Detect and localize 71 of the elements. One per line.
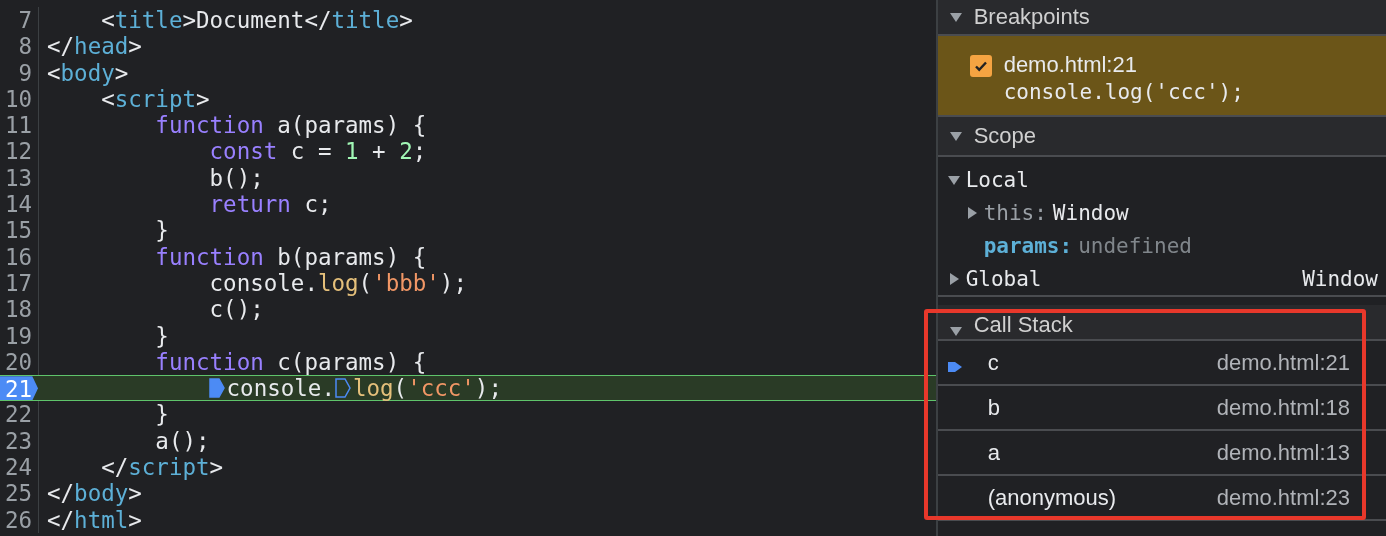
line-number[interactable]: 25 (0, 480, 39, 507)
line-number[interactable]: 23 (0, 427, 39, 455)
line-number[interactable]: 15 (0, 217, 39, 244)
line-number[interactable]: 26 (0, 506, 39, 533)
line-number[interactable]: 16 (0, 243, 39, 270)
scope-group[interactable]: Local (965, 167, 1029, 192)
frame-location[interactable]: demo.html:18 (1216, 394, 1350, 421)
line-number[interactable]: 12 (0, 138, 39, 165)
frame-location[interactable]: demo.html:21 (1216, 349, 1350, 376)
line-number[interactable]: 14 (0, 191, 39, 218)
caret-icon[interactable] (947, 173, 960, 186)
code-line: </head> (47, 33, 142, 60)
code-line: } (154, 401, 169, 428)
code-line: b(); (208, 164, 264, 192)
frame-name[interactable]: c (987, 349, 1217, 376)
line-number[interactable]: 22 (0, 401, 39, 428)
code-line: console. log('ccc'); (46, 375, 502, 402)
line-number[interactable]: 11 (0, 112, 39, 139)
property-value: Window (1052, 200, 1129, 225)
code-line: <title>Document</title> (100, 7, 413, 34)
property-name: params: (983, 233, 1073, 258)
line-number[interactable]: 17 (0, 269, 39, 297)
frame-location[interactable]: demo.html:23 (1216, 484, 1350, 511)
code-line: <body> (47, 59, 129, 86)
property-value: undefined (1078, 233, 1192, 258)
section-header[interactable]: Breakpoints (937, 0, 1386, 36)
caret-icon[interactable] (949, 325, 962, 337)
line-number[interactable]: 10 (0, 85, 39, 113)
line-number[interactable]: 8 (0, 33, 39, 60)
frame-name[interactable]: a (987, 439, 1217, 466)
scope-group[interactable]: Global (965, 266, 1042, 291)
section-title: Breakpoints (973, 4, 1090, 30)
caret-icon[interactable] (949, 11, 962, 23)
breakpoint-marker-icon[interactable] (208, 378, 225, 399)
line-number[interactable]: 21 (0, 376, 38, 401)
breakpoint-marker-icon[interactable] (334, 378, 351, 399)
code-line: <script> (101, 85, 210, 113)
checkbox[interactable] (969, 55, 992, 77)
code-line: return c; (208, 191, 332, 218)
line-number[interactable]: 19 (0, 322, 39, 349)
caret-icon[interactable] (965, 206, 978, 219)
frame-location[interactable]: demo.html:13 (1216, 439, 1350, 466)
caret-icon[interactable] (947, 272, 960, 285)
code-line: a(); (154, 427, 210, 455)
code-line: function c(params) { (154, 348, 427, 376)
code-line: c(); (208, 296, 264, 323)
property-name: this: (983, 200, 1047, 225)
line-number[interactable]: 24 (0, 454, 39, 481)
line-number[interactable]: 9 (0, 59, 39, 86)
code-line: function a(params) { (154, 112, 427, 139)
code-line: </html> (47, 506, 142, 533)
code-line: const c = 1 + 2; (208, 138, 427, 165)
code-line: } (154, 322, 169, 349)
code-line: </body> (47, 480, 142, 507)
code-line: </script> (100, 454, 224, 481)
line-number[interactable]: 7 (0, 7, 39, 34)
breakpoint-item[interactable]: demo.html:21 console.log('ccc'); (937, 36, 1386, 117)
code-line: console.log('bbb'); (208, 269, 467, 297)
section-title: Call Stack (973, 313, 1073, 337)
caret-icon[interactable] (949, 130, 962, 142)
code-line: function b(params) { (154, 243, 427, 270)
scope-value: Window (1302, 266, 1378, 291)
breakpoint-code: console.log('ccc'); (1003, 80, 1244, 104)
line-number[interactable]: 18 (0, 296, 39, 323)
breakpoint-location: demo.html:21 (1003, 52, 1138, 78)
code-line: } (154, 217, 169, 244)
frame-name[interactable]: (anonymous) (987, 484, 1217, 511)
section-title: Scope (973, 123, 1037, 149)
frame-name[interactable]: b (987, 394, 1217, 421)
section-header[interactable]: Scope (937, 117, 1386, 157)
line-number[interactable]: 13 (0, 164, 39, 192)
